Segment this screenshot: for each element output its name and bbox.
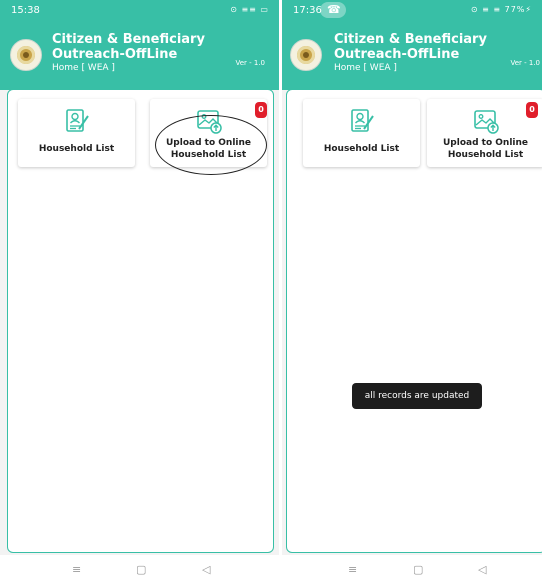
app-title-line1: Citizen & Beneficiary <box>334 32 487 47</box>
app-header: 15:38 ⊙ ≡≡ ▭ Citizen & Beneficiary Outre… <box>0 0 279 90</box>
status-icons: ⊙ ≡≡ ▭ <box>230 5 269 14</box>
app-header: 17:36 ☎ ⊙ ≡ ≡ 77%⚡ Citizen & Beneficiary… <box>282 0 542 90</box>
app-title: Citizen & Beneficiary Outreach-OffLine H… <box>334 32 487 74</box>
person-document-icon <box>65 109 89 132</box>
pending-count-badge: 0 <box>255 102 267 118</box>
logo-seal-icon <box>10 39 42 71</box>
call-icon: ☎ <box>327 3 341 16</box>
nav-bar: ≡ ▢ ◁ <box>0 555 279 585</box>
nav-bar: ≡ ▢ ◁ <box>282 555 542 585</box>
toast-message: all records are updated <box>352 383 482 409</box>
content-panel: Household List Upload to Online Househol… <box>286 89 542 553</box>
app-title: Citizen & Beneficiary Outreach-OffLine H… <box>52 32 205 74</box>
app-title-line2: Outreach-OffLine <box>52 47 178 62</box>
back-icon[interactable]: ◁ <box>478 563 486 576</box>
home-icon[interactable]: ▢ <box>413 563 423 576</box>
status-icons: ⊙ ≡ ≡ 77%⚡ <box>470 5 532 14</box>
household-list-card[interactable]: Household List <box>18 99 135 167</box>
annotation-circle <box>155 115 267 175</box>
app-title-line2: Outreach-OffLine <box>334 47 460 62</box>
menu-icon[interactable]: ≡ <box>72 563 81 576</box>
logo-seal-icon <box>290 39 322 71</box>
status-time: 17:36 <box>293 5 322 16</box>
pending-count-badge: 0 <box>526 102 538 118</box>
app-title-line1: Citizen & Beneficiary <box>52 32 205 47</box>
household-list-card[interactable]: Household List <box>303 99 420 167</box>
person-document-icon <box>350 109 374 132</box>
upload-online-card[interactable]: Upload to Online Household List <box>427 99 542 167</box>
status-time: 15:38 <box>11 5 40 16</box>
household-list-label: Household List <box>38 144 115 154</box>
image-upload-icon <box>473 110 499 134</box>
back-icon[interactable]: ◁ <box>202 563 210 576</box>
app-version: Ver - 1.0 <box>510 59 540 67</box>
app-subtitle: Home [ WEA ] <box>334 63 397 73</box>
left-phone-screen: 15:38 ⊙ ≡≡ ▭ Citizen & Beneficiary Outre… <box>0 0 279 585</box>
app-version: Ver - 1.0 <box>235 59 265 67</box>
home-icon[interactable]: ▢ <box>136 563 146 576</box>
status-bar: 15:38 ⊙ ≡≡ ▭ <box>0 0 279 22</box>
menu-icon[interactable]: ≡ <box>348 563 357 576</box>
right-phone-screen: 17:36 ☎ ⊙ ≡ ≡ 77%⚡ Citizen & Beneficiary… <box>282 0 542 585</box>
upload-online-label: Upload to Online Household List <box>442 138 529 160</box>
household-list-label: Household List <box>323 144 400 154</box>
app-subtitle: Home [ WEA ] <box>52 63 115 73</box>
call-indicator[interactable]: ☎ <box>320 2 346 18</box>
status-bar: 17:36 ☎ ⊙ ≡ ≡ 77%⚡ <box>282 0 542 22</box>
